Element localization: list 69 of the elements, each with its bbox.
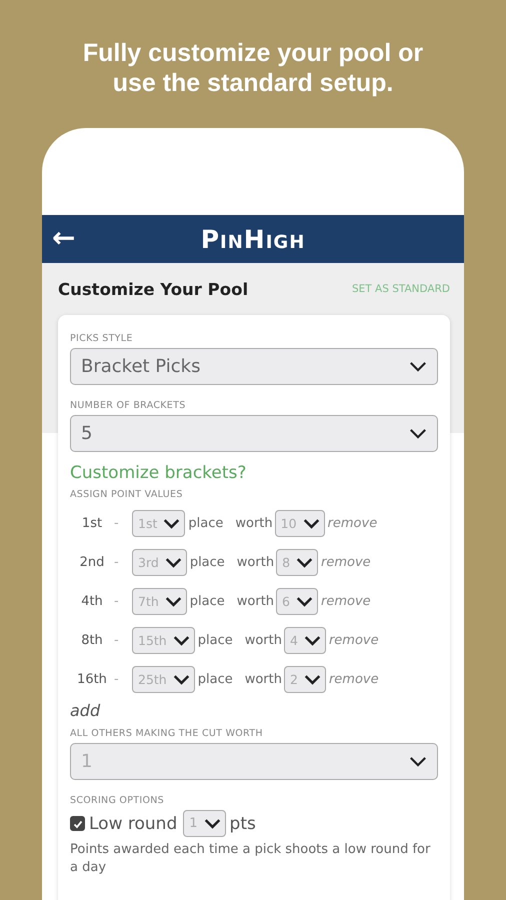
help-text: Points awarded each time a pick shoots a low round for a day (70, 841, 432, 877)
dash: - (114, 555, 120, 570)
chevron-down-icon (409, 428, 427, 439)
worth-label: worth (235, 516, 273, 531)
chevron-down-icon (296, 557, 314, 568)
field-label: PICKS STYLE (70, 333, 133, 344)
checkbox[interactable] (70, 816, 85, 831)
rank-label: 8th (80, 633, 104, 648)
rank-label: 2nd (78, 555, 106, 570)
others-dropdown[interactable]: 1 (70, 743, 438, 780)
points-dropdown[interactable]: 6 (276, 588, 318, 615)
rank-label: 16th (76, 672, 108, 687)
remove-link[interactable]: remove (328, 672, 379, 687)
rank-label: 1st (80, 516, 104, 531)
set-as-standard-link[interactable]: SET AS STANDARD (352, 283, 450, 295)
field-label: SCORING OPTIONS (70, 795, 164, 806)
remove-link[interactable]: remove (321, 555, 371, 570)
field-label: ALL OTHERS MAKING THE CUT WORTH (70, 728, 263, 739)
remove-link[interactable]: remove (328, 516, 378, 531)
dash: - (114, 672, 120, 687)
dash: - (114, 516, 120, 531)
place-dropdown[interactable]: 25th (132, 666, 195, 693)
customize-brackets-link[interactable]: Customize brackets? (70, 463, 246, 483)
low-round-dropdown[interactable]: 1 (183, 810, 226, 837)
chevron-down-icon (172, 635, 190, 646)
picks-style-dropdown[interactable]: Bracket Picks (70, 348, 438, 385)
chevron-down-icon (163, 518, 180, 529)
worth-label: worth (236, 594, 274, 609)
headline: Fully customize your pool or use the standard setup. (82, 38, 424, 98)
field-label: ASSIGN POINT VALUES (70, 489, 183, 500)
points-dropdown[interactable]: 8 (276, 549, 318, 576)
chevron-down-icon (296, 596, 313, 607)
brackets-dropdown[interactable]: 5 (70, 415, 438, 452)
points-dropdown[interactable]: 2 (284, 666, 326, 693)
chevron-down-icon (302, 518, 320, 529)
page-title: Customize Your Pool (58, 280, 248, 298)
chevron-down-icon (304, 635, 321, 646)
remove-link[interactable]: remove (321, 594, 371, 609)
logo: PinHigh (200, 224, 306, 254)
place-label: place (188, 516, 224, 531)
back-button[interactable]: ← (46, 219, 82, 257)
worth-label: worth (244, 633, 282, 648)
chevron-down-icon (304, 674, 321, 685)
place-dropdown[interactable]: 1st (132, 510, 186, 537)
chevron-down-icon (172, 674, 190, 685)
remove-link[interactable]: remove (328, 633, 379, 648)
worth-label: worth (236, 555, 274, 570)
place-label: place (190, 555, 225, 570)
place-label: place (198, 633, 233, 648)
chevron-down-icon (204, 818, 221, 829)
place-dropdown[interactable]: 3rd (132, 549, 187, 576)
add-link[interactable]: add (70, 701, 100, 720)
chevron-down-icon (409, 361, 427, 372)
field-label: NUMBER OF BRACKETS (70, 400, 186, 411)
points-dropdown[interactable]: 4 (284, 627, 326, 654)
dash: - (114, 594, 120, 609)
low-round-label: Low round (89, 814, 178, 834)
place-label: place (190, 594, 225, 609)
chevron-down-icon (164, 596, 182, 607)
chevron-down-icon (409, 756, 427, 767)
place-dropdown[interactable]: 15th (132, 627, 195, 654)
worth-label: worth (244, 672, 282, 687)
dash: - (114, 633, 120, 648)
place-dropdown[interactable]: 7th (132, 588, 187, 615)
chevron-down-icon (164, 557, 182, 568)
place-label: place (198, 672, 233, 687)
points-dropdown[interactable]: 10 (274, 510, 325, 537)
rank-label: 4th (80, 594, 104, 609)
pts-label: pts (230, 814, 256, 834)
